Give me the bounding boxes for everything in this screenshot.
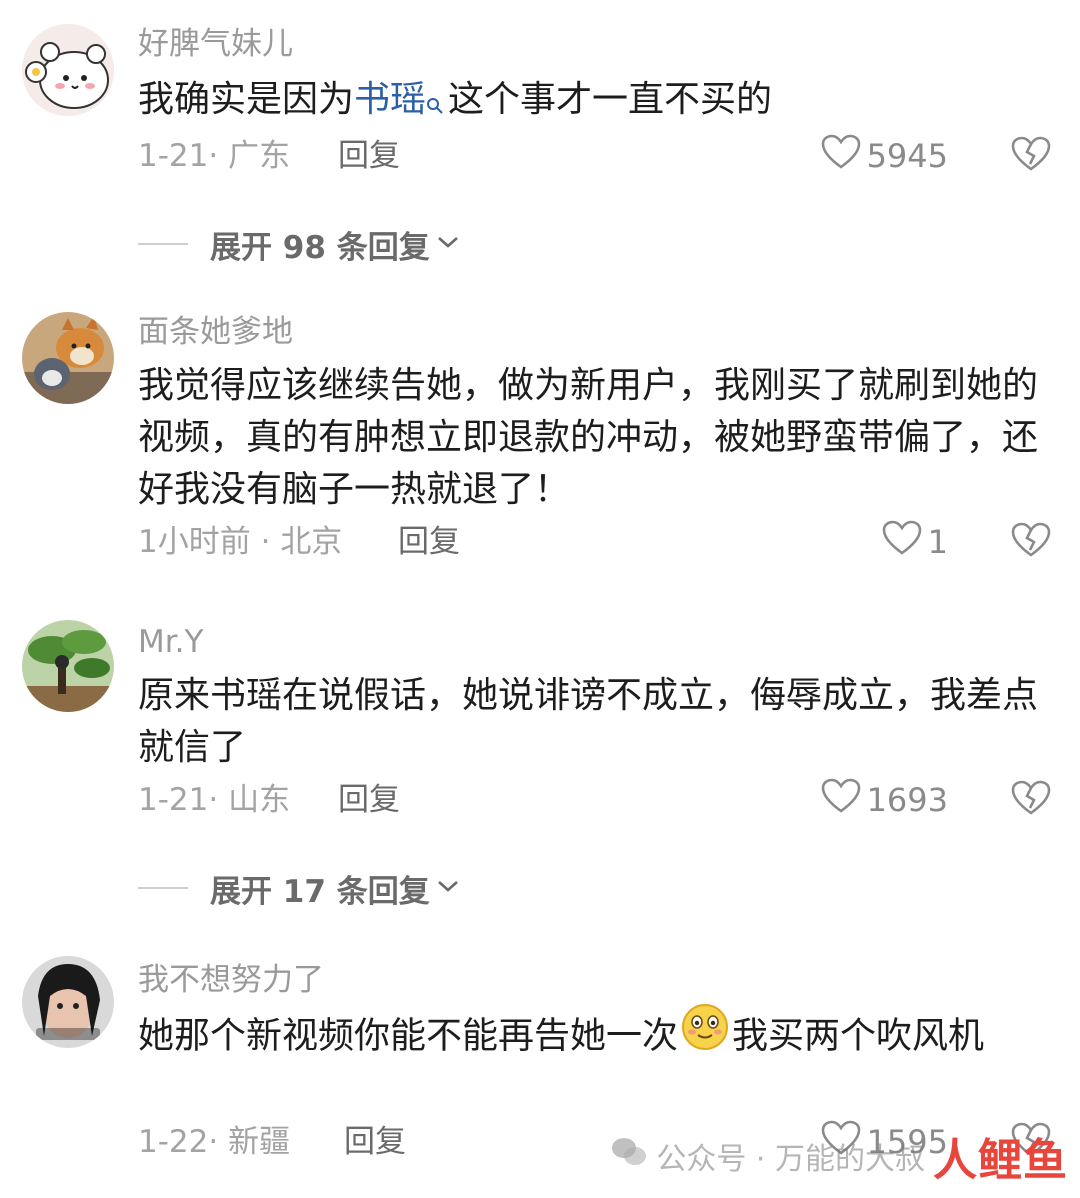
broken-heart-icon — [1011, 780, 1051, 820]
comment-text-part: 我确实是因为 — [138, 79, 355, 120]
like-count: 1693 — [866, 781, 948, 819]
wechat-icon — [610, 1136, 648, 1176]
comment-meta: 1-22· 新疆 — [138, 1122, 290, 1162]
avatar[interactable] — [22, 24, 114, 116]
avatar[interactable] — [22, 956, 114, 1048]
comment-item: 面条她爹地 我觉得应该继续告她，做为新用户，我刚买了就刷到她的视频，真的有肿想立… — [0, 300, 1080, 600]
comment-meta: 1小时前 · 北京 — [138, 522, 342, 562]
reply-button[interactable]: 回复 — [344, 1122, 406, 1162]
comment-author[interactable]: 我不想努力了 — [138, 960, 324, 1000]
watermark-text: 公众号 · 万能的大叔 — [656, 1142, 925, 1177]
divider — [138, 887, 188, 889]
dislike-button[interactable] — [1010, 780, 1052, 820]
comment-date: 1-21 — [138, 782, 209, 818]
heart-outline-icon — [821, 778, 867, 822]
comment-location: 山东 — [228, 782, 291, 818]
reply-button[interactable]: 回复 — [398, 522, 460, 562]
meta-separator: · — [208, 1124, 219, 1160]
reply-button[interactable]: 回复 — [338, 136, 400, 176]
broken-heart-icon — [1011, 136, 1051, 176]
meta-separator: · — [208, 138, 219, 174]
comment-location: 北京 — [280, 524, 343, 560]
search-icon — [426, 78, 444, 130]
divider — [138, 243, 188, 245]
comment-author[interactable]: Mr.Y — [138, 622, 203, 662]
like-button[interactable]: 1693 — [821, 778, 948, 822]
comment-author[interactable]: 面条她爹地 — [138, 312, 293, 352]
comment-text-part: 我买两个吹风机 — [732, 1015, 985, 1057]
comment-text-part: 她那个新视频你能不能再告她一次 — [138, 1015, 679, 1057]
comment-item: Mr.Y 原来书瑶在说假话，她说诽谤不成立，侮辱成立，我差点就信了 1-21· … — [0, 610, 1080, 940]
avatar[interactable] — [22, 312, 114, 404]
heart-outline-icon — [821, 134, 867, 178]
comment-date: 1-22 — [138, 1124, 209, 1160]
comment-meta: 1-21· 山东 — [138, 780, 290, 820]
comment-text: 原来书瑶在说假话，她说诽谤不成立，侮辱成立，我差点就信了 — [138, 675, 1039, 768]
like-count: 5945 — [866, 137, 948, 175]
meta-separator: · — [208, 782, 219, 818]
comment-meta: 1-21· 广东 — [138, 136, 290, 176]
like-button[interactable]: 5945 — [821, 134, 948, 178]
avatar[interactable] — [22, 620, 114, 712]
comment-location: 广东 — [228, 138, 291, 174]
expand-replies-button[interactable]: 展开 17 条回复 — [138, 866, 460, 911]
meta-separator: · — [260, 524, 271, 560]
comment-item: 好脾气妹儿 我确实是因为书瑶 这个事才一直不买的 1-21· 广东 回复 5945… — [0, 0, 1080, 290]
chevron-down-icon — [430, 234, 460, 254]
comment-text-part: 这个事才一直不买的 — [448, 79, 773, 120]
chevron-down-icon — [430, 878, 460, 898]
comment-text: 我确实是因为书瑶 这个事才一直不买的 — [138, 74, 1048, 130]
broken-heart-icon — [1011, 522, 1051, 562]
like-count: 1 — [927, 523, 948, 561]
expand-replies-label[interactable]: 展开 98 条回复 — [210, 222, 430, 267]
comment-text: 她那个新视频你能不能再告她一次 我买两个吹风机 — [138, 1004, 1048, 1067]
reply-button[interactable]: 回复 — [338, 780, 400, 820]
smiling-face-emoji-icon — [680, 1002, 730, 1067]
comment-author[interactable]: 好脾气妹儿 — [138, 24, 293, 64]
search-link-label[interactable]: 书瑶 — [354, 79, 426, 120]
watermark: 公众号 · 万能的大叔 人鲤鱼 — [610, 1124, 1068, 1188]
comment-text: 我觉得应该继续告她，做为新用户，我刚买了就刷到她的视频，真的有肿想立即退款的冲动… — [138, 365, 1039, 510]
heart-outline-icon — [882, 520, 928, 564]
watermark-logo: 人鲤鱼 — [933, 1135, 1068, 1186]
comment-date: 1小时前 — [138, 524, 251, 560]
comment-location: 新疆 — [228, 1124, 291, 1160]
like-button[interactable]: 1 — [882, 520, 948, 564]
comment-date: 1-21 — [138, 138, 209, 174]
expand-replies-label[interactable]: 展开 17 条回复 — [210, 866, 430, 911]
search-link[interactable]: 书瑶 — [354, 79, 448, 120]
dislike-button[interactable] — [1010, 522, 1052, 562]
dislike-button[interactable] — [1010, 136, 1052, 176]
expand-replies-button[interactable]: 展开 98 条回复 — [138, 222, 460, 267]
